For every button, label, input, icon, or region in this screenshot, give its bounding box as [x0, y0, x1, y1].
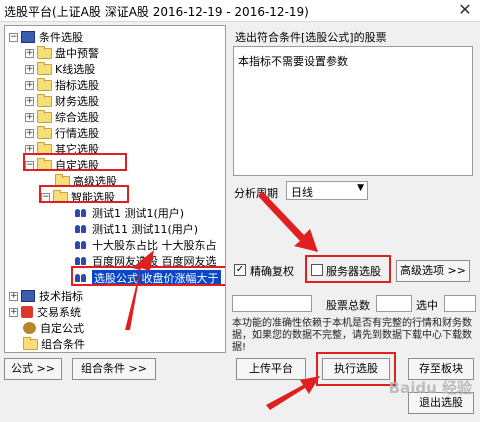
arrow-to-run-button: [266, 376, 320, 410]
arrow-to-server-checkbox: [258, 191, 318, 252]
arrow-to-selected-formula: [125, 250, 154, 330]
annotation-arrows: [125, 191, 320, 410]
